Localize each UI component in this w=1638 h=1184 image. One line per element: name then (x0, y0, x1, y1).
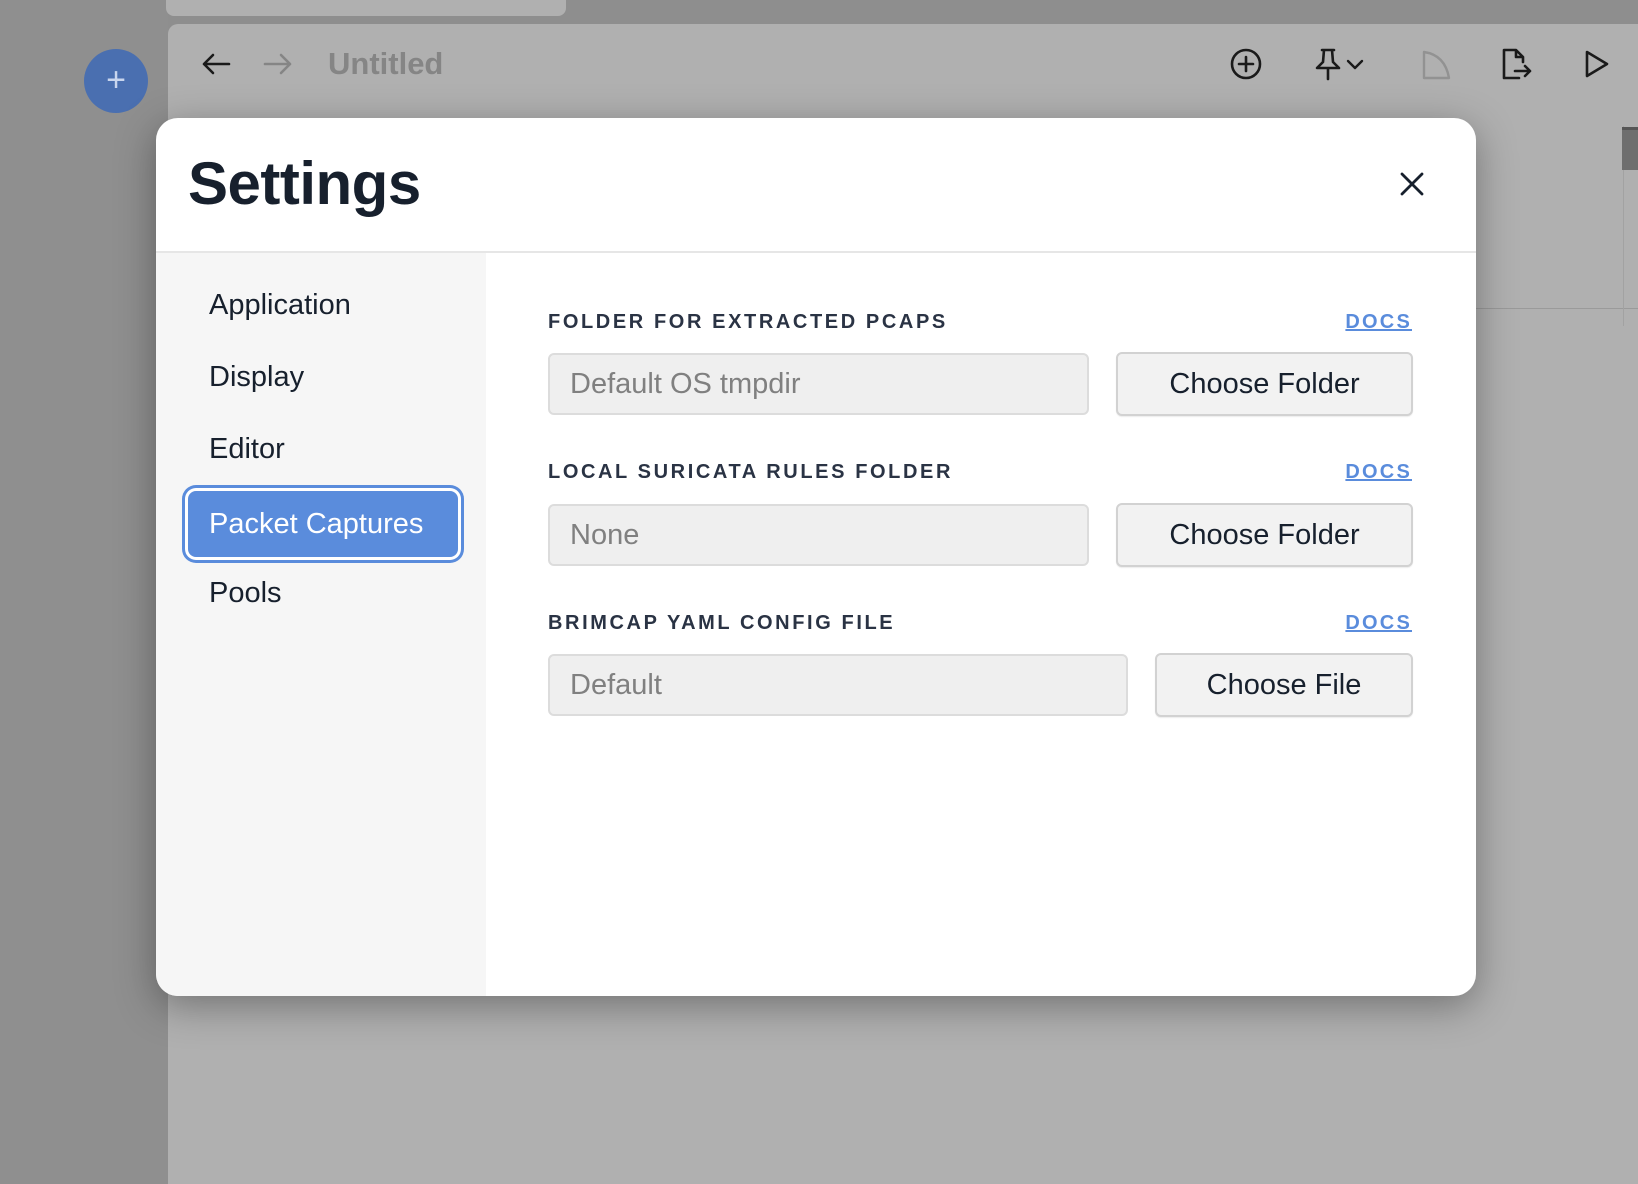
plus-circle-icon (1230, 48, 1262, 80)
brimcap-config-label: BRIMCAP YAML CONFIG FILE (548, 612, 896, 634)
sidebar-item-application[interactable]: Application (184, 272, 454, 338)
pcap-folder-docs-link[interactable]: DOCS (1340, 311, 1412, 334)
settings-sidebar: Application Display Editor Packet Captur… (156, 253, 486, 996)
back-button[interactable] (198, 46, 234, 82)
background-panel (1448, 126, 1638, 309)
background-tab (166, 0, 566, 16)
app-title: Untitled (328, 46, 444, 81)
sidebar-item-pools[interactable]: Pools (184, 560, 454, 626)
pcap-folder-input[interactable] (548, 353, 1089, 415)
close-button[interactable] (1390, 162, 1434, 206)
sidebar-item-packet-captures[interactable]: Packet Captures (188, 491, 458, 557)
suricata-rules-label: LOCAL SURICATA RULES FOLDER (548, 461, 954, 483)
pin-icon (1315, 48, 1341, 81)
sidebar-item-display[interactable]: Display (184, 344, 454, 410)
close-icon (1400, 172, 1424, 196)
left-rail: + (0, 0, 168, 1184)
pcap-folder-label: FOLDER FOR EXTRACTED PCAPS (548, 311, 948, 333)
shape-button[interactable] (1416, 44, 1456, 84)
panel-handle (1622, 127, 1638, 170)
settings-modal: Settings Application Display Editor Pack… (156, 118, 1476, 996)
modal-title: Settings (188, 150, 421, 217)
add-button[interactable] (1226, 44, 1266, 84)
new-tab-button[interactable]: + (84, 49, 148, 113)
modal-header: Settings (156, 118, 1476, 253)
pin-menu-button[interactable] (1306, 44, 1370, 84)
arrow-left-icon (202, 53, 231, 75)
suricata-rules-input[interactable] (548, 504, 1089, 566)
pcap-folder-choose-button[interactable]: Choose Folder (1116, 352, 1413, 416)
export-button[interactable] (1496, 44, 1536, 84)
play-icon (1585, 50, 1609, 78)
brimcap-config-input[interactable] (548, 654, 1128, 716)
brimcap-config-docs-link[interactable]: DOCS (1340, 612, 1412, 635)
run-button[interactable] (1576, 44, 1616, 84)
chevron-down-icon (1346, 59, 1364, 70)
arrow-right-icon (263, 53, 292, 75)
brimcap-config-choose-button[interactable]: Choose File (1155, 653, 1413, 717)
app-toolbar: Untitled (168, 24, 1638, 102)
sidebar-item-editor[interactable]: Editor (184, 416, 454, 482)
suricata-rules-choose-button[interactable]: Choose Folder (1116, 503, 1413, 567)
suricata-rules-docs-link[interactable]: DOCS (1340, 461, 1412, 484)
forward-button[interactable] (260, 46, 296, 82)
export-icon (1502, 48, 1532, 80)
settings-content: FOLDER FOR EXTRACTED PCAPS DOCS Choose F… (486, 253, 1476, 996)
shape-icon (1422, 50, 1451, 80)
